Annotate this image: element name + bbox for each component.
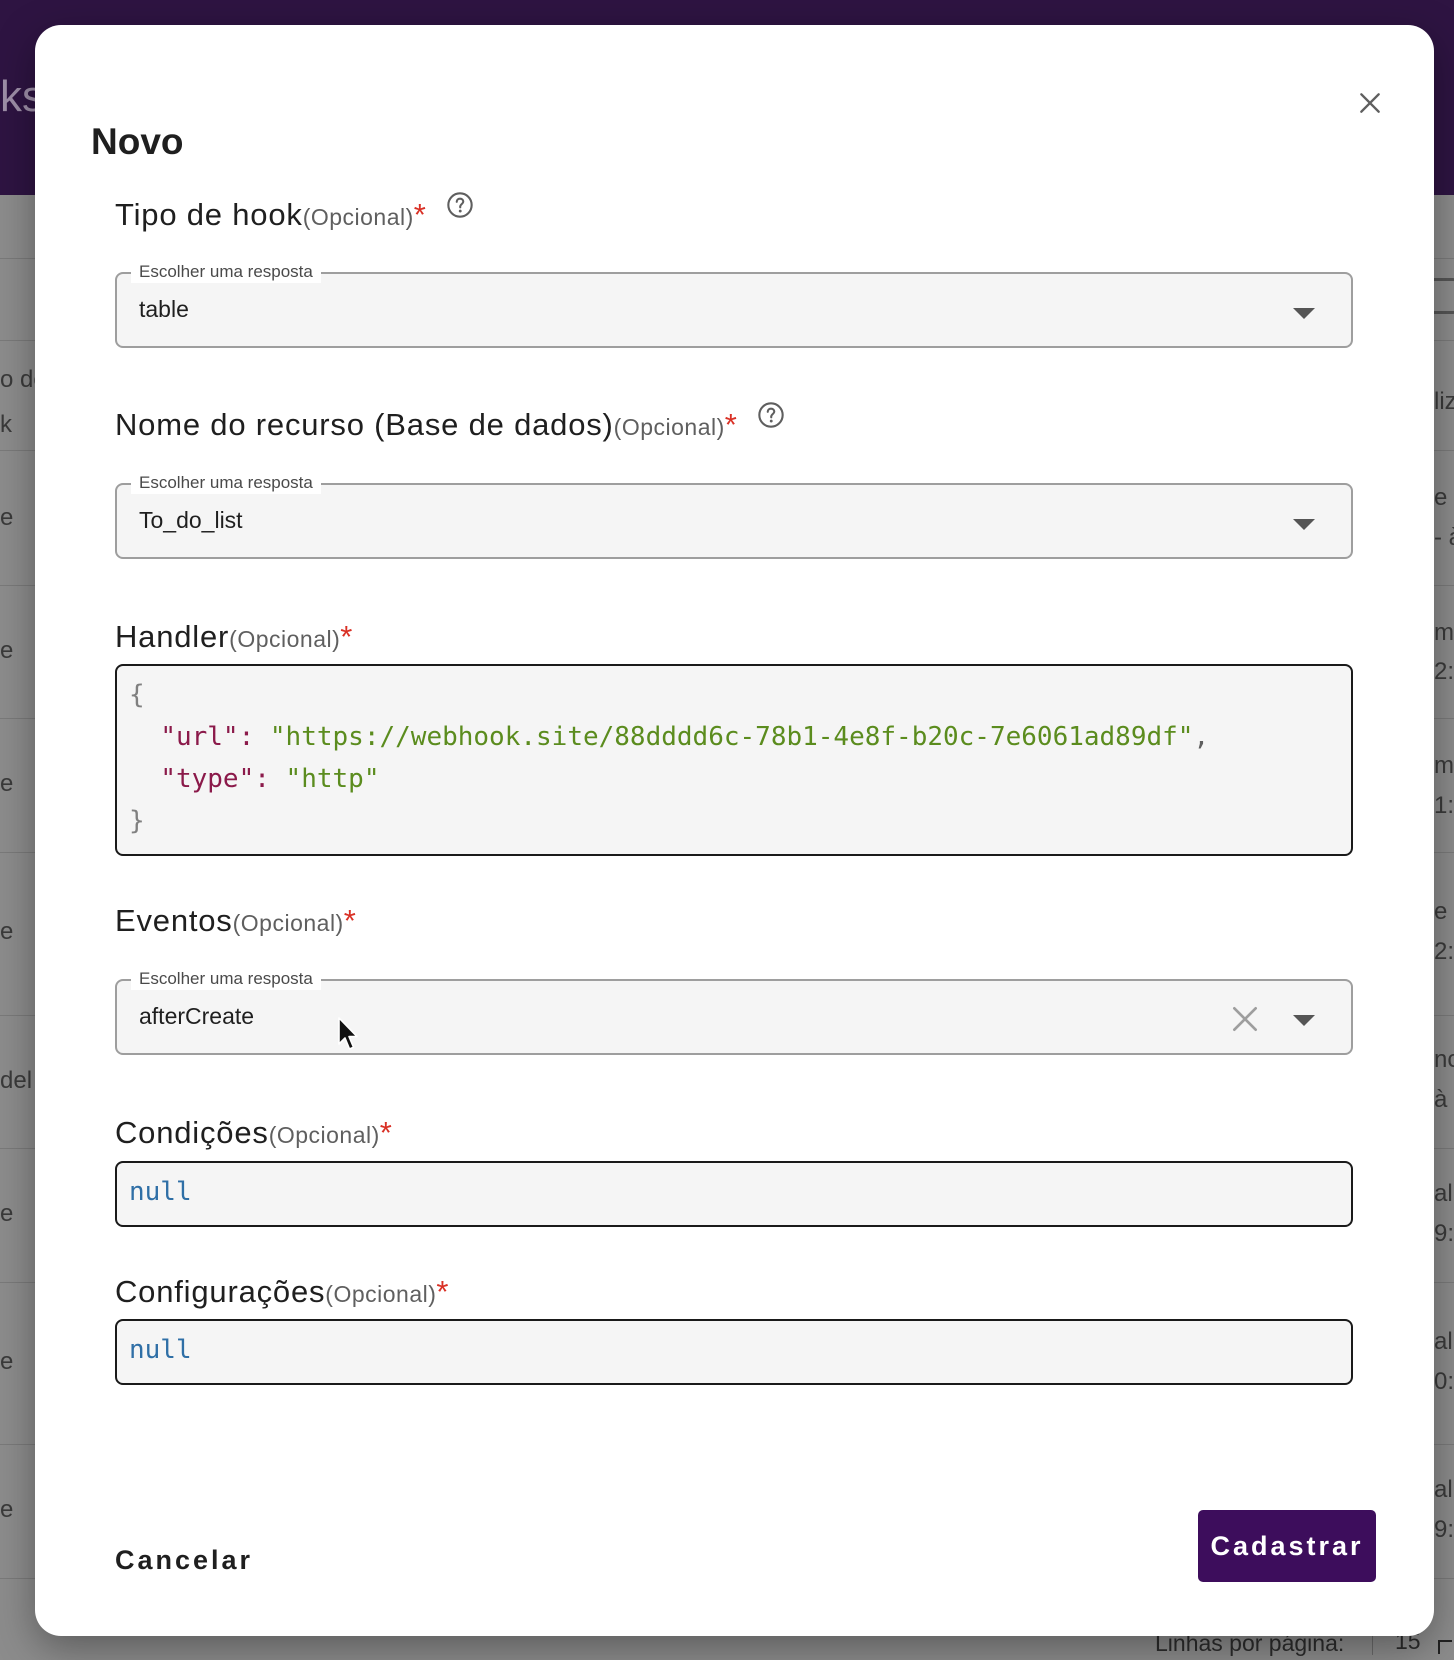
- select-legend: Escolher uma resposta: [131, 261, 321, 283]
- json-colon: :: [254, 764, 270, 794]
- background-cell-text: e: [0, 1200, 14, 1227]
- new-hook-dialog: Novo Tipo de hook(Opcional)* Escolher um…: [35, 25, 1434, 1636]
- json-close-brace: }: [129, 806, 145, 836]
- json-open-brace: {: [129, 680, 145, 710]
- background-cell-text: 2:0: [1434, 658, 1454, 685]
- required-mark: *: [379, 1115, 393, 1150]
- chevron-down-icon[interactable]: [1293, 308, 1315, 319]
- optional-tag: (Opcional): [613, 414, 725, 440]
- dialog-title: Novo: [91, 121, 184, 162]
- close-icon: [1360, 93, 1380, 113]
- background-cell-text: al: [1434, 1180, 1453, 1207]
- events-label-text: Eventos: [115, 903, 233, 938]
- handler-label: Handler(Opcional)*: [115, 619, 353, 655]
- background-cell-text: à: [1434, 1086, 1448, 1113]
- optional-tag: (Opcional): [232, 910, 344, 936]
- resize-corner-icon: [1438, 1640, 1452, 1654]
- background-cell-text: e: [0, 770, 14, 797]
- conditions-label: Condições(Opcional)*: [115, 1115, 393, 1151]
- required-mark: *: [724, 407, 738, 442]
- mouse-pointer-icon: [338, 1017, 358, 1050]
- background-cell-text: e r: [1434, 484, 1448, 511]
- background-cell-text: al: [1434, 1328, 1453, 1355]
- handler-code-editor[interactable]: { "url": "https://webhook.site/88dddd6c-…: [115, 664, 1353, 856]
- json-key-url: "url": [160, 722, 239, 752]
- hook-type-select[interactable]: Escolher uma resposta table: [115, 261, 1353, 348]
- events-label: Eventos(Opcional)*: [115, 903, 357, 939]
- background-cell-text: e: [0, 1496, 14, 1523]
- background-cell-text: k: [0, 411, 12, 438]
- background-cell-text: 0:3: [1434, 1368, 1454, 1395]
- help-icon[interactable]: [446, 191, 474, 219]
- close-button[interactable]: [1348, 81, 1392, 125]
- optional-tag: (Opcional): [229, 626, 341, 652]
- events-select[interactable]: Escolher uma resposta afterCreate: [115, 968, 1353, 1055]
- background-cell-text: e a: [1434, 898, 1448, 925]
- settings-code-editor[interactable]: null: [115, 1319, 1353, 1385]
- select-legend: Escolher uma resposta: [131, 472, 321, 494]
- required-mark: *: [340, 619, 354, 654]
- required-mark: *: [436, 1274, 450, 1309]
- clear-icon[interactable]: [1229, 1003, 1261, 1035]
- background-cell-text: 9:4: [1434, 1220, 1454, 1247]
- resource-name-label-text: Nome do recurso (Base de dados): [115, 407, 614, 442]
- handler-label-text: Handler: [115, 619, 230, 654]
- chevron-down-icon[interactable]: [1293, 519, 1315, 530]
- background-cell-text: del: [0, 1067, 33, 1094]
- background-cell-text: m: [1434, 752, 1454, 779]
- select-value: To_do_list: [139, 507, 243, 533]
- background-cell-text: nc: [1434, 1046, 1454, 1073]
- conditions-value: null: [129, 1177, 192, 1207]
- settings-label-text: Configurações: [115, 1274, 326, 1309]
- required-mark: *: [343, 903, 357, 938]
- json-comma: ,: [1193, 722, 1210, 752]
- json-value-url: "https://webhook.site/88dddd6c-78b1-4e8f…: [269, 722, 1194, 752]
- background-cell-text: m: [1434, 619, 1454, 646]
- hook-type-label: Tipo de hook(Opcional)*: [115, 192, 474, 233]
- background-cell-text: e: [0, 918, 14, 945]
- submit-button[interactable]: Cadastrar: [1198, 1510, 1376, 1582]
- resource-name-select[interactable]: Escolher uma resposta To_do_list: [115, 472, 1353, 559]
- help-icon[interactable]: [757, 401, 785, 429]
- background-cell-text: - à: [1434, 524, 1454, 551]
- optional-tag: (Opcional): [302, 204, 414, 230]
- json-value-type: "http": [285, 764, 380, 794]
- background-cell-text: 9:4: [1434, 1516, 1454, 1543]
- background-cell-text: e: [0, 1348, 14, 1375]
- json-key-type: "type": [160, 764, 255, 794]
- resource-name-label: Nome do recurso (Base de dados)(Opcional…: [115, 402, 785, 443]
- required-mark: *: [413, 197, 427, 232]
- chevron-down-icon[interactable]: [1293, 1015, 1315, 1026]
- settings-value: null: [129, 1335, 192, 1365]
- optional-tag: (Opcional): [268, 1122, 380, 1148]
- background-cell-text: 2:2: [1434, 938, 1454, 965]
- select-legend: Escolher uma resposta: [131, 968, 321, 990]
- optional-tag: (Opcional): [325, 1281, 437, 1307]
- settings-label: Configurações(Opcional)*: [115, 1274, 449, 1310]
- cancel-button[interactable]: Cancelar: [105, 1530, 263, 1590]
- background-cell-text: liz: [1434, 388, 1454, 415]
- background-cell-text: e: [0, 637, 14, 664]
- hook-type-label-text: Tipo de hook: [115, 197, 303, 232]
- json-colon: :: [238, 722, 255, 752]
- conditions-label-text: Condições: [115, 1115, 269, 1150]
- background-cell-text: e: [0, 504, 14, 531]
- background-cell-text: al: [1434, 1476, 1453, 1503]
- select-value: afterCreate: [139, 1003, 255, 1029]
- select-value: table: [139, 296, 189, 322]
- conditions-code-editor[interactable]: null: [115, 1161, 1353, 1227]
- background-cell-text: 1:5: [1434, 792, 1454, 819]
